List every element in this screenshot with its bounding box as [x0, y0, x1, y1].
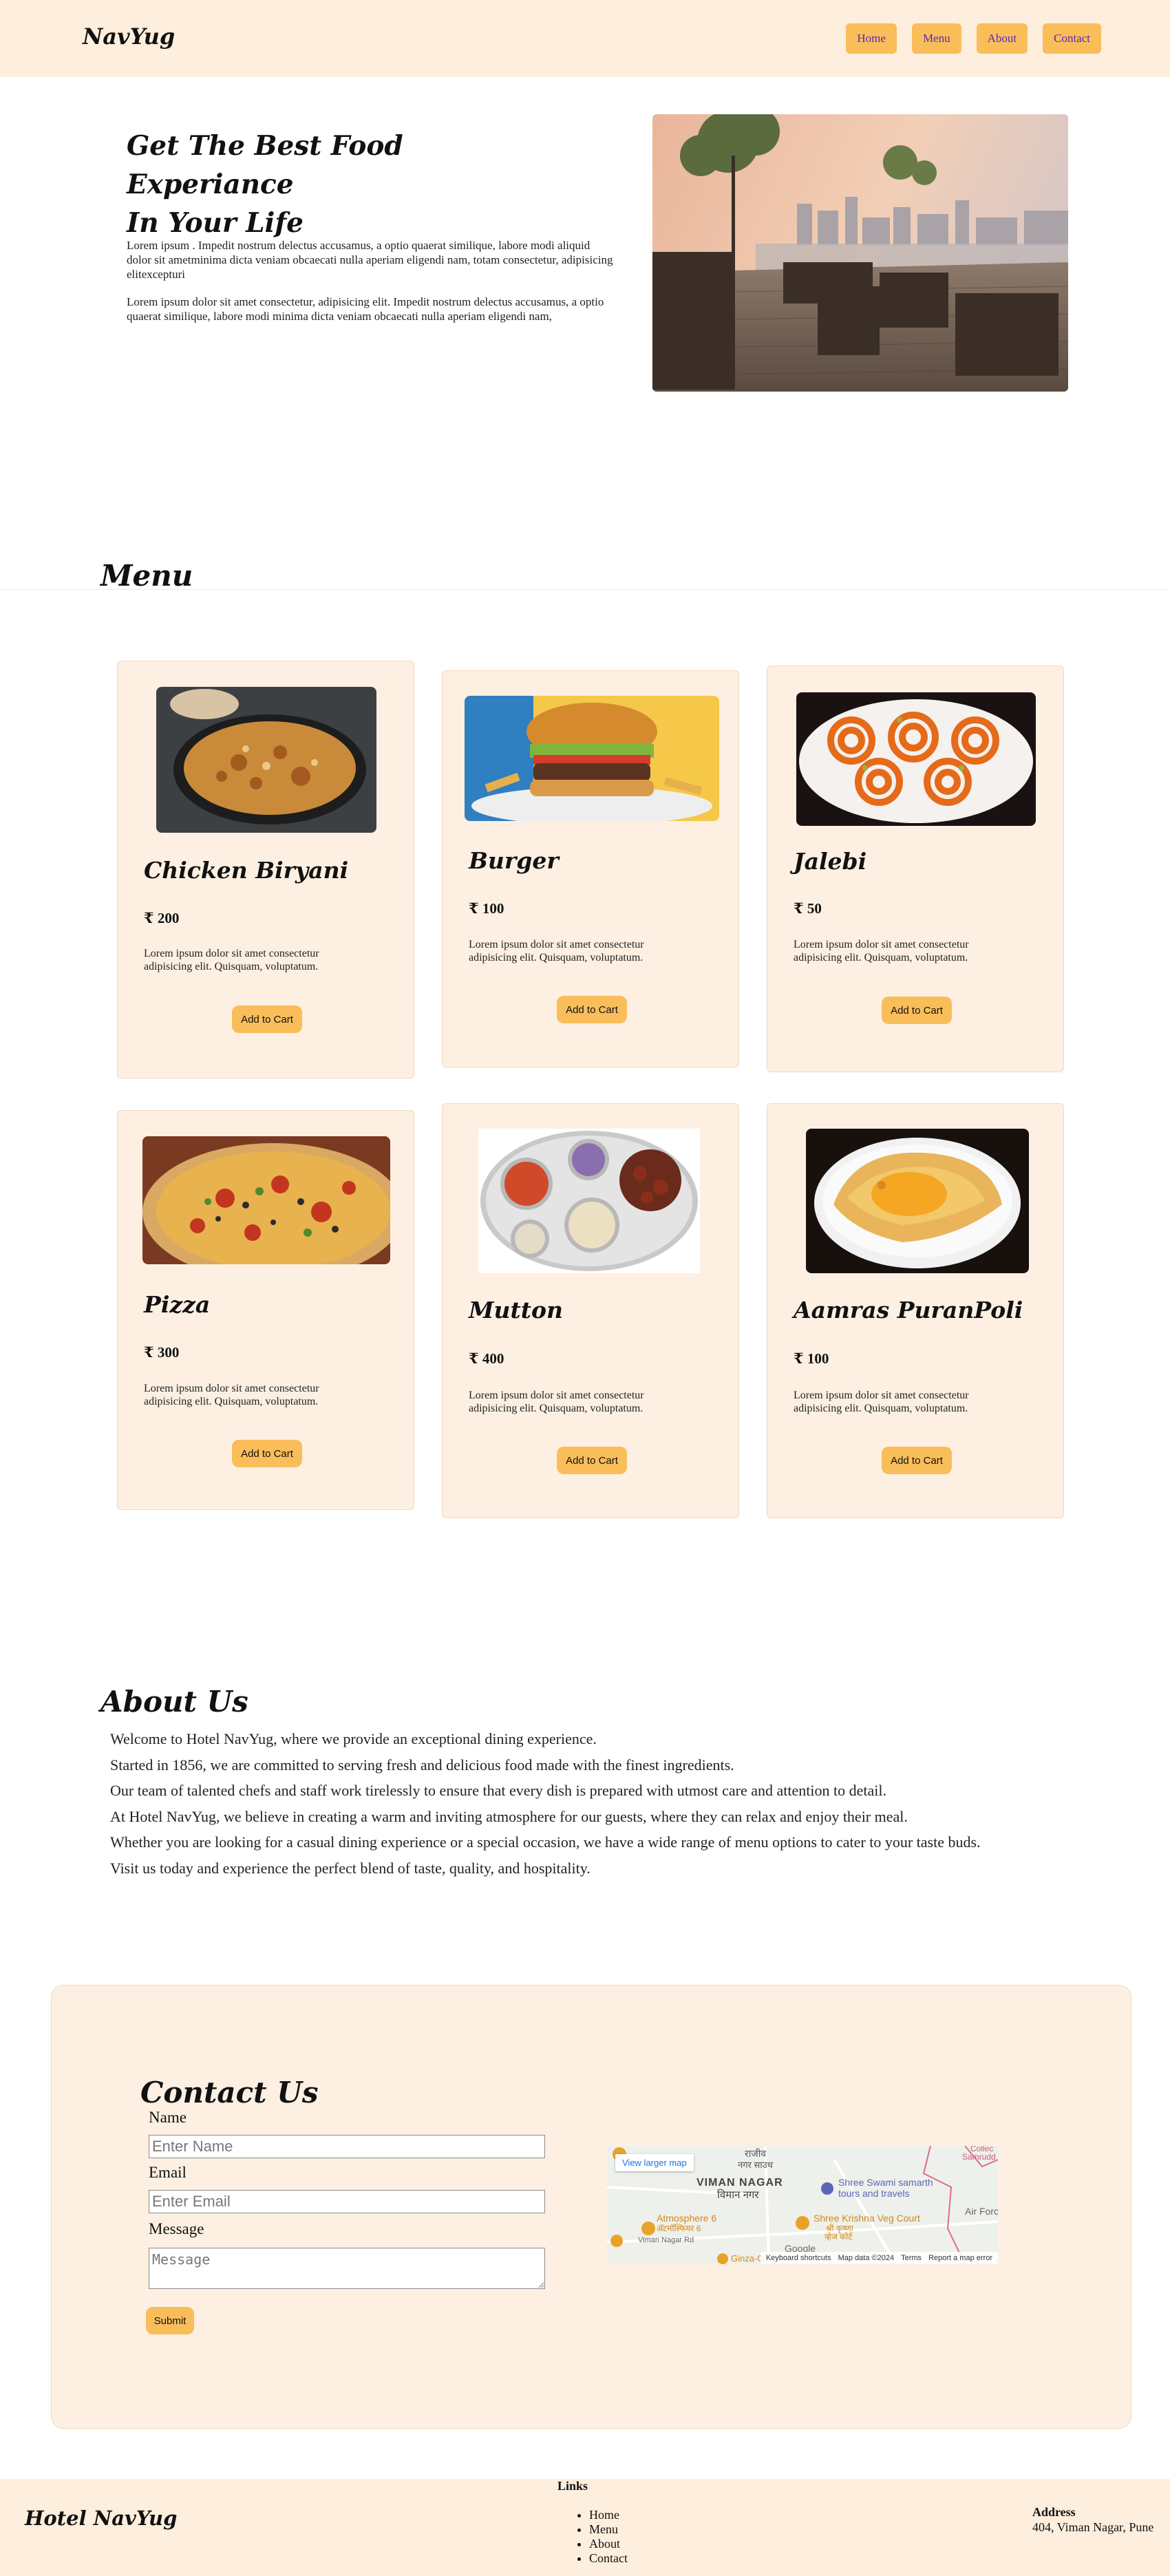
menu-card-chicken-biryani: Chicken Biryani ₹ 200 Lorem ipsum dolor …: [117, 661, 414, 1078]
menu-card-jalebi: Jalebi ₹ 50 Lorem ipsum dolor sit amet c…: [767, 666, 1064, 1072]
about-line: At Hotel NavYug, we believe in creating …: [110, 1807, 908, 1825]
add-to-cart-button[interactable]: Add to Cart: [557, 996, 627, 1023]
footer-links: Home Menu About Contact: [589, 2508, 628, 2566]
footer-link-menu[interactable]: Menu: [589, 2522, 628, 2537]
map-poi-label: Atmosphere 6: [657, 2213, 716, 2224]
add-to-cart-button[interactable]: Add to Cart: [232, 1005, 302, 1033]
about-line: Whether you are looking for a casual din…: [110, 1833, 981, 1851]
menu-item-description: Lorem ipsum dolor sit amet consectetur a…: [144, 948, 319, 972]
brand-logo[interactable]: NavYug: [83, 23, 175, 50]
map-poi-label: Ginza-G: [731, 2253, 764, 2264]
address-text: 404, Viman Nagar, Pune: [1032, 2520, 1154, 2534]
map-road-label: Viman Nagar Rd: [638, 2236, 694, 2244]
map-poi-label: व्हेज कोर्ट: [825, 2232, 853, 2242]
burger-image: [465, 696, 719, 821]
menu-item-price: ₹ 300: [144, 1344, 180, 1361]
restaurant-terrace-image: [652, 114, 1068, 392]
footer-link-about[interactable]: About: [589, 2537, 628, 2551]
menu-item-description: Lorem ipsum dolor sit amet consectetur a…: [469, 1390, 644, 1414]
hero-paragraph-2: Lorem ipsum dolor sit amet consectetur, …: [127, 295, 604, 323]
submit-button[interactable]: Submit: [146, 2307, 194, 2334]
about-section-title: About Us: [100, 1685, 248, 1718]
hero-title-line2: In Your Life: [127, 207, 304, 239]
map-poi-label: Shree Krishna Veg Court: [813, 2213, 920, 2224]
message-textarea[interactable]: [149, 2248, 545, 2289]
map-data-text: Map data ©2024: [838, 2254, 895, 2262]
menu-item-description: Lorem ipsum dolor sit amet consectetur a…: [144, 1383, 319, 1407]
map-label: राजीव: [745, 2148, 766, 2159]
footer-links-title: Links: [557, 2479, 588, 2493]
menu-item-name: Jalebi: [794, 848, 867, 875]
map-edge-label: Air Forc: [965, 2206, 998, 2217]
add-to-cart-button[interactable]: Add to Cart: [232, 1440, 302, 1467]
menu-item-name: Burger: [469, 847, 559, 874]
menu-item-name: Aamras PuranPoli: [794, 1297, 1023, 1323]
puranpoli-image: [806, 1129, 1029, 1273]
view-larger-map-link[interactable]: View larger map: [615, 2154, 694, 2171]
name-label: Name: [149, 2109, 187, 2126]
menu-card-pizza: Pizza ₹ 300 Lorem ipsum dolor sit amet c…: [117, 1110, 414, 1510]
menu-item-price: ₹ 200: [144, 910, 180, 926]
map-label: नगर साउथ: [738, 2160, 774, 2170]
nav-contact-button[interactable]: Contact: [1043, 23, 1101, 54]
report-map-error-link[interactable]: Report a map error: [928, 2254, 992, 2262]
email-input[interactable]: [149, 2190, 545, 2213]
mutton-thali-image: [478, 1129, 700, 1273]
location-map[interactable]: राजीव नगर साउथ VIMAN NAGAR विमान नगर Shr…: [607, 2146, 998, 2264]
nav-menu-button[interactable]: Menu: [911, 23, 961, 54]
about-line: Welcome to Hotel NavYug, where we provid…: [110, 1730, 597, 1747]
hero-paragraph-1: Lorem ipsum . Impedit nostrum delectus a…: [127, 239, 613, 281]
menu-item-description: Lorem ipsum dolor sit amet consectetur a…: [794, 939, 969, 964]
map-poi-label: अ‍ॅटमॉस्फियर 6: [657, 2224, 701, 2233]
about-text: Welcome to Hotel NavYug, where we provid…: [110, 1726, 981, 1881]
menu-item-price: ₹ 50: [794, 900, 822, 917]
terms-link[interactable]: Terms: [901, 2254, 922, 2262]
footer-link-contact[interactable]: Contact: [589, 2551, 628, 2566]
menu-item-name: Pizza: [144, 1291, 211, 1318]
site-footer: Hotel NavYug Links Home Menu About Conta…: [0, 2479, 1170, 2576]
address-title: Address: [1032, 2505, 1076, 2519]
add-to-cart-button[interactable]: Add to Cart: [557, 1447, 627, 1474]
about-line: Started in 1856, we are committed to ser…: [110, 1756, 734, 1774]
menu-card-burger: Burger ₹ 100 Lorem ipsum dolor sit amet …: [442, 670, 739, 1067]
menu-item-price: ₹ 100: [794, 1350, 829, 1367]
main-nav: Home Menu About Contact: [846, 23, 1101, 54]
keyboard-shortcuts-link[interactable]: Keyboard shortcuts: [766, 2254, 831, 2262]
menu-card-mutton: Mutton ₹ 400 Lorem ipsum dolor sit amet …: [442, 1103, 739, 1518]
add-to-cart-button[interactable]: Add to Cart: [882, 1447, 952, 1474]
map-area-label: VIMAN NAGAR: [696, 2177, 783, 2189]
map-poi-label: tours and travels: [838, 2188, 910, 2199]
email-label: Email: [149, 2164, 187, 2181]
map-edge-label: Samrudd: [962, 2152, 996, 2162]
menu-item-name: Chicken Biryani: [144, 857, 349, 884]
menu-item-price: ₹ 400: [469, 1350, 504, 1367]
menu-item-description: Lorem ipsum dolor sit amet consectetur a…: [794, 1390, 969, 1414]
site-header: NavYug Home Menu About Contact: [0, 0, 1170, 77]
menu-item-description: Lorem ipsum dolor sit amet consectetur a…: [469, 939, 644, 964]
menu-card-aamras-puranpoli: Aamras PuranPoli ₹ 100 Lorem ipsum dolor…: [767, 1103, 1064, 1518]
menu-section-title: Menu: [100, 559, 193, 593]
menu-divider: [0, 589, 1170, 590]
nav-home-button[interactable]: Home: [846, 23, 897, 54]
hero-title: Get The Best Food Experiance In Your Lif…: [127, 127, 567, 242]
footer-link-home[interactable]: Home: [589, 2508, 628, 2522]
about-line: Visit us today and experience the perfec…: [110, 1859, 591, 1877]
pizza-image: [142, 1136, 390, 1264]
menu-item-price: ₹ 100: [469, 900, 504, 917]
map-area-label: विमान नगर: [717, 2189, 759, 2201]
nav-about-button[interactable]: About: [976, 23, 1028, 54]
name-input[interactable]: [149, 2135, 545, 2158]
about-line: Our team of talented chefs and staff wor…: [110, 1782, 886, 1799]
jalebi-image: [796, 692, 1036, 826]
message-label: Message: [149, 2220, 204, 2237]
biryani-image: [156, 687, 376, 833]
footer-logo: Hotel NavYug: [25, 2506, 178, 2530]
menu-item-name: Mutton: [469, 1297, 564, 1323]
add-to-cart-button[interactable]: Add to Cart: [882, 997, 952, 1024]
hero-title-line1: Get The Best Food Experiance: [127, 130, 403, 200]
map-footer: Keyboard shortcuts Map data ©2024 Terms …: [760, 2252, 998, 2264]
map-poi-label: Shree Swami samarth: [838, 2177, 933, 2188]
contact-section-title: Contact Us: [140, 2076, 319, 2109]
